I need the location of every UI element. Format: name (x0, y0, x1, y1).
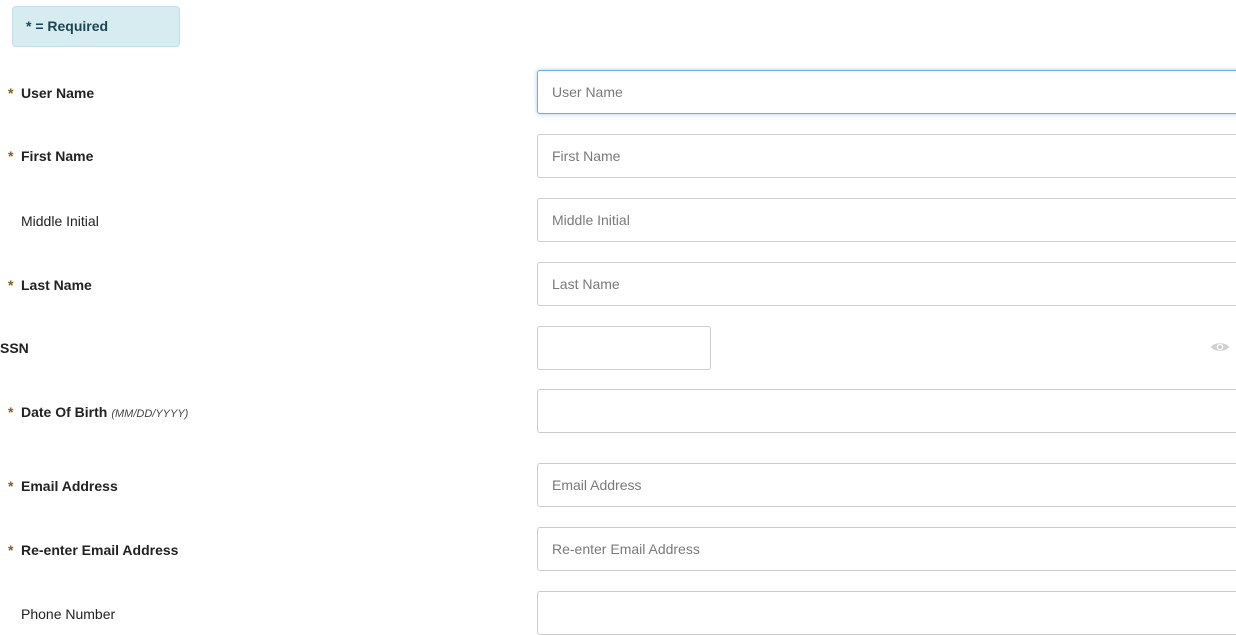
email-label-text: Email Address (21, 478, 118, 494)
ssn-label-text: SSN (0, 340, 29, 356)
required-star: * (8, 478, 14, 494)
required-star: * (8, 404, 14, 420)
middle-initial-label: Middle Initial (0, 211, 99, 231)
date-format-hint: (MM/DD/YYYY) (111, 408, 189, 420)
user-name-input[interactable] (537, 70, 1236, 114)
phone-label-text: Phone Number (21, 606, 116, 622)
last-name-label: * Last Name (0, 275, 92, 295)
date-of-birth-label-text: Date Of Birth (21, 404, 108, 420)
date-of-birth-input[interactable] (537, 389, 1236, 433)
user-name-label: * User Name (0, 83, 94, 103)
last-name-label-text: Last Name (21, 277, 92, 293)
date-of-birth-label: * Date Of Birth (MM/DD/YYYY) (0, 402, 188, 424)
middle-initial-input[interactable] (537, 198, 1236, 242)
last-name-input[interactable] (537, 262, 1236, 306)
required-star: * (8, 85, 14, 101)
required-legend-text: = Required (31, 18, 109, 34)
eye-icon[interactable] (1210, 340, 1230, 354)
required-star: * (8, 277, 14, 293)
first-name-label: * First Name (0, 146, 93, 166)
ssn-label: SSN (0, 338, 29, 358)
required-star: * (8, 542, 14, 558)
user-name-label-text: User Name (21, 85, 95, 101)
email-input[interactable] (537, 463, 1236, 507)
email-confirm-label-text: Re-enter Email Address (21, 542, 179, 558)
phone-label: Phone Number (0, 604, 115, 624)
ssn-input[interactable] (537, 326, 711, 370)
email-confirm-label: * Re-enter Email Address (0, 540, 178, 560)
email-label: * Email Address (0, 476, 118, 496)
email-confirm-input[interactable] (537, 527, 1236, 571)
phone-input[interactable] (537, 591, 1236, 635)
first-name-label-text: First Name (21, 148, 94, 164)
first-name-input[interactable] (537, 134, 1236, 178)
middle-initial-label-text: Middle Initial (21, 213, 99, 229)
required-legend-badge: * = Required (12, 6, 180, 47)
required-star: * (8, 148, 14, 164)
